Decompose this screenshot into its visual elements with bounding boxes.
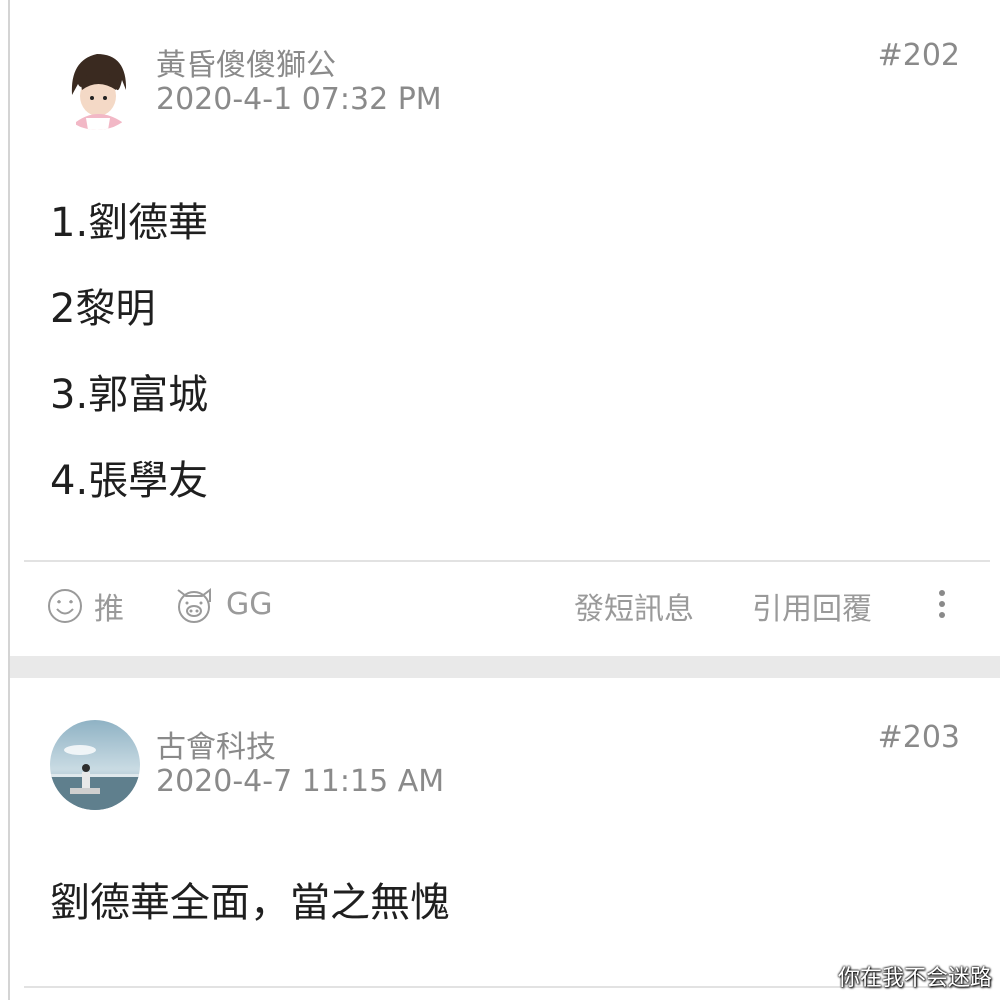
watermark: 你在我不会迷路 <box>837 966 992 991</box>
push-button[interactable]: 推 <box>46 584 124 628</box>
forum-thread: 黃昏傻傻獅公 2020-4-1 07:32 PM #202 1.劉德華 2黎明 … <box>0 0 1000 1000</box>
floor-number[interactable]: #203 <box>878 720 960 755</box>
more-dot <box>939 590 945 596</box>
gg-label: GG <box>226 586 273 622</box>
more-dot <box>939 601 945 607</box>
gg-button[interactable]: GG <box>172 584 273 624</box>
post-202: 黃昏傻傻獅公 2020-4-1 07:32 PM #202 1.劉德華 2黎明 … <box>10 0 990 656</box>
more-options-icon[interactable] <box>934 584 950 624</box>
username[interactable]: 黃昏傻傻獅公 <box>156 40 336 84</box>
username[interactable]: 古會科技 <box>156 722 276 766</box>
divider <box>24 560 990 562</box>
quote-reply-button[interactable]: 引用回覆 <box>752 584 872 628</box>
quote-reply-label: 引用回覆 <box>752 592 872 627</box>
send-message-label: 發短訊息 <box>574 592 694 627</box>
floor-number[interactable]: #202 <box>878 38 960 73</box>
post-203: 古會科技 2020-4-7 11:15 AM #203 劉德華全面，當之無愧 <box>10 678 990 1000</box>
smile-heart-eyes-icon <box>48 589 82 623</box>
content-line: 3.郭富城 <box>50 372 209 418</box>
post-timestamp: 2020-4-1 07:32 PM <box>156 82 442 117</box>
avatar-anime-boy-image <box>52 40 142 130</box>
push-label: 推 <box>94 592 124 627</box>
content-line: 4.張學友 <box>50 458 209 504</box>
avatar[interactable] <box>50 720 140 810</box>
send-message-button[interactable]: 發短訊息 <box>574 584 694 628</box>
avatar-seaside-image <box>50 720 140 810</box>
content-line: 劉德華全面，當之無愧 <box>50 880 450 926</box>
pig-icon <box>177 588 211 623</box>
content-line: 2黎明 <box>50 286 156 332</box>
content-line: 1.劉德華 <box>50 200 209 246</box>
avatar[interactable] <box>52 40 142 130</box>
post-timestamp: 2020-4-7 11:15 AM <box>156 764 445 799</box>
more-dot <box>939 612 945 618</box>
post-separator <box>10 656 1000 678</box>
